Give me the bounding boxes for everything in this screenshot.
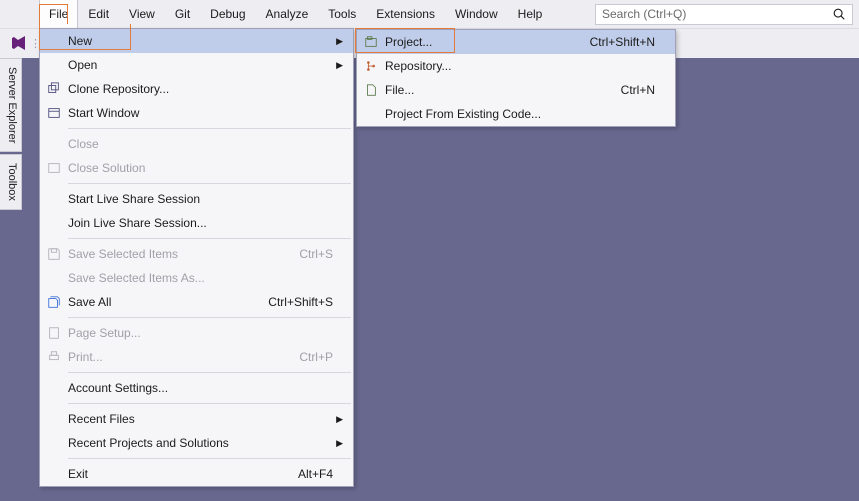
menu-file[interactable]: File [39,0,78,28]
window-icon [40,106,68,120]
menu-separator [68,128,351,129]
file-menu-item: Page Setup... [40,321,353,345]
menu-help[interactable]: Help [508,0,553,28]
menu-item-label: Exit [68,467,298,481]
submenu-arrow-icon: ▶ [333,438,343,449]
file-menu-item[interactable]: Open▶ [40,53,353,77]
new-submenu-item[interactable]: File...Ctrl+N [357,78,675,102]
repo-icon [357,59,385,73]
menu-item-label: Save Selected Items As... [68,271,333,285]
print-icon [40,350,68,364]
search-icon [832,7,846,21]
file-menu-item[interactable]: Recent Files▶ [40,407,353,431]
menu-edit[interactable]: Edit [78,0,119,28]
file-menu-item: Save Selected Items As... [40,266,353,290]
file-menu-item: Close Solution [40,156,353,180]
menu-item-label: Account Settings... [68,381,333,395]
menu-item-label: Save All [68,295,268,309]
menu-separator [68,183,351,184]
menu-item-shortcut: Ctrl+S [299,247,333,261]
file-menu-item[interactable]: New▶ [40,29,353,53]
menu-item-label: File... [385,83,621,97]
new-submenu-item[interactable]: Project From Existing Code... [357,102,675,126]
menu-item-label: Join Live Share Session... [68,216,333,230]
file-menu-item: Save Selected ItemsCtrl+S [40,242,353,266]
file-menu-item: Close [40,132,353,156]
menu-item-shortcut: Alt+F4 [298,467,333,481]
vs-logo-icon [10,34,28,52]
file-menu-item[interactable]: Start Window [40,101,353,125]
menu-separator [68,372,351,373]
search-placeholder: Search (Ctrl+Q) [602,7,686,21]
menu-analyze[interactable]: Analyze [256,0,319,28]
new-submenu-item[interactable]: Project...Ctrl+Shift+N [357,30,675,54]
file-menu-item: Print...Ctrl+P [40,345,353,369]
menu-item-label: Project... [385,35,590,49]
file-menu-item[interactable]: Start Live Share Session [40,187,353,211]
menu-item-shortcut: Ctrl+Shift+S [268,295,333,309]
menu-item-label: Recent Files [68,412,333,426]
menu-debug[interactable]: Debug [200,0,255,28]
new-submenu-dropdown: Project...Ctrl+Shift+N Repository... File.… [356,29,676,127]
saveall-icon [40,295,68,309]
menu-item-shortcut: Ctrl+N [621,83,655,97]
menu-item-label: Recent Projects and Solutions [68,436,333,450]
submenu-arrow-icon: ▶ [333,60,343,71]
menu-window[interactable]: Window [445,0,508,28]
menu-separator [68,317,351,318]
pagesetup-icon [40,326,68,340]
menu-item-label: Save Selected Items [68,247,299,261]
save-icon [40,247,68,261]
submenu-arrow-icon: ▶ [333,36,343,47]
submenu-arrow-icon: ▶ [333,414,343,425]
menu-extensions[interactable]: Extensions [366,0,445,28]
menu-git[interactable]: Git [165,0,200,28]
menu-item-label: Close Solution [68,161,333,175]
close-solution-icon [40,161,68,175]
menu-view[interactable]: View [119,0,165,28]
menu-separator [68,458,351,459]
file-menu-item[interactable]: Recent Projects and Solutions▶ [40,431,353,455]
new-submenu-item[interactable]: Repository... [357,54,675,78]
project-icon [357,35,385,49]
file-menu-item[interactable]: Clone Repository... [40,77,353,101]
file-menu-dropdown: New▶Open▶Clone Repository...Start Window… [39,28,354,487]
file-menu-item[interactable]: ExitAlt+F4 [40,462,353,486]
menu-item-label: Start Window [68,106,333,120]
clone-icon [40,82,68,96]
menu-item-shortcut: Ctrl+Shift+N [590,35,655,49]
side-tab-toolbox[interactable]: Toolbox [0,154,22,210]
menu-tools[interactable]: Tools [318,0,366,28]
search-input[interactable]: Search (Ctrl+Q) [595,4,853,25]
menu-item-label: Repository... [385,59,655,73]
menubar: File Edit View Git Debug Analyze Tools E… [0,0,859,28]
menu-item-label: Close [68,137,333,151]
menu-item-label: Project From Existing Code... [385,107,655,121]
file-icon [357,83,385,97]
menu-item-label: New [68,34,333,48]
file-menu-item[interactable]: Join Live Share Session... [40,211,353,235]
menu-separator [68,403,351,404]
menu-separator [68,238,351,239]
menu-item-label: Start Live Share Session [68,192,333,206]
side-tab-server-explorer[interactable]: Server Explorer [0,58,22,152]
menu-item-label: Page Setup... [68,326,333,340]
menu-item-label: Clone Repository... [68,82,333,96]
menu-item-label: Print... [68,350,299,364]
menu-item-label: Open [68,58,333,72]
file-menu-item[interactable]: Account Settings... [40,376,353,400]
file-menu-item[interactable]: Save AllCtrl+Shift+S [40,290,353,314]
menu-item-shortcut: Ctrl+P [299,350,333,364]
